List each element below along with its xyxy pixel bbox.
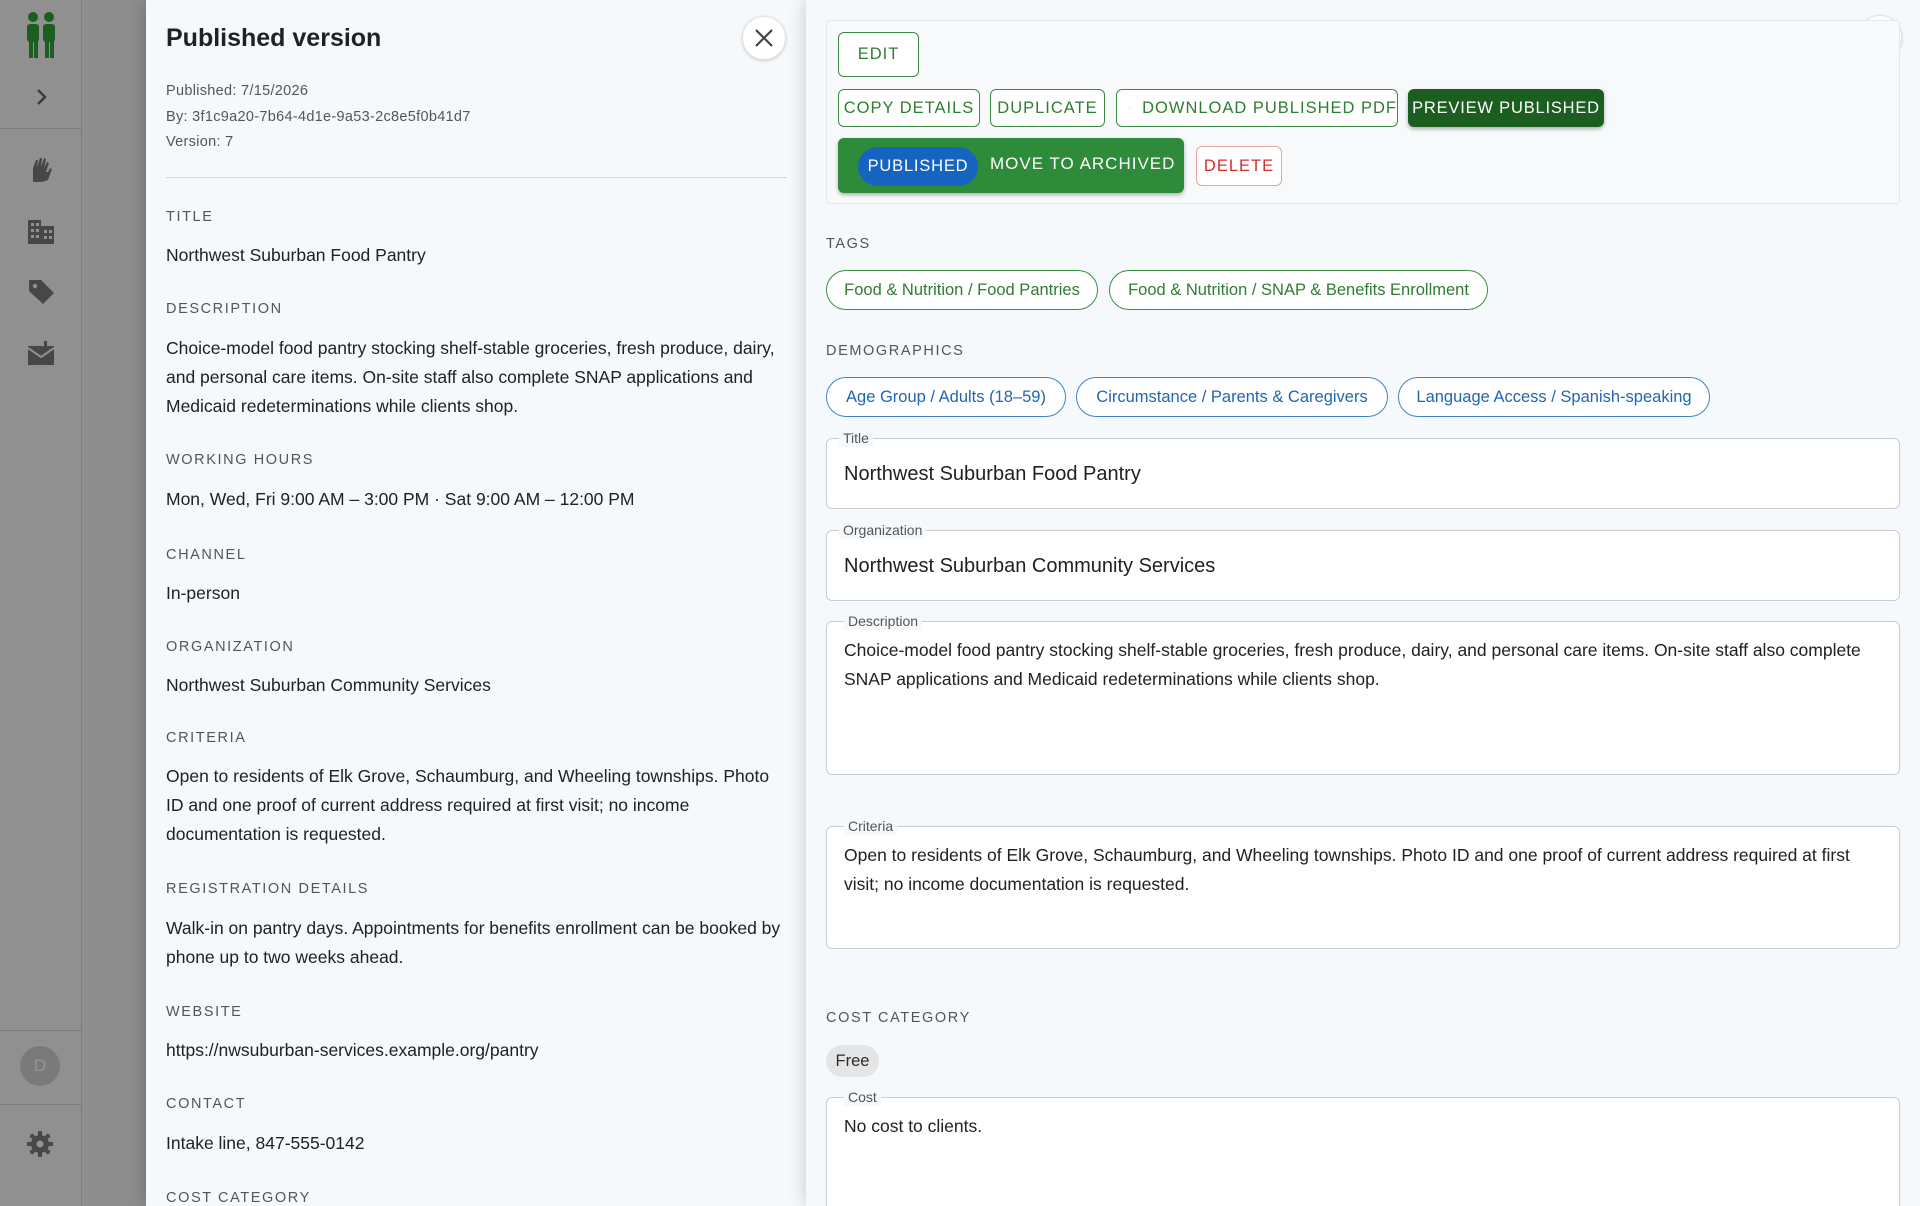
status-action-button[interactable]: PUBLISHED MOVE TO ARCHIVED [838,138,1184,193]
description-field[interactable]: Description Choice-model food pantry sto… [826,612,1900,775]
avatar[interactable]: D [20,1046,60,1086]
section-value: Mon, Wed, Fri 9:00 AM – 3:00 PM · Sat 9:… [166,489,635,509]
published-date: Published: 7/15/2026 [166,83,309,99]
organization-field-value: Northwest Suburban Community Services [844,555,1216,577]
move-to-archived-label: MOVE TO ARCHIVED [990,154,1176,173]
section-link[interactable]: https://nwsuburban-services.example.org/… [166,1036,790,1065]
tag-icon[interactable] [26,276,56,306]
mailbox-icon[interactable] [26,338,56,368]
criteria-field[interactable]: Criteria Open to residents of Elk Grove,… [826,817,1900,949]
download-pdf-label: DOWNLOAD PUBLISHED PDF [1142,98,1397,117]
section-label: COST CATEGORY [166,1190,311,1206]
section-label: WORKING HOURS [166,452,315,468]
section-label: DESCRIPTION [166,301,283,317]
preview-published-button[interactable]: PREVIEW PUBLISHED [1408,89,1604,127]
title-field-value: Northwest Suburban Food Pantry [844,463,1141,485]
tag-chip[interactable]: Food & Nutrition / SNAP & Benefits Enrol… [1109,270,1488,310]
section-value: Open to residents of Elk Grove, Schaumbu… [166,766,770,844]
demographic-chip[interactable]: Circumstance / Parents & Caregivers [1076,377,1388,417]
section-label: WEBSITE [166,1004,243,1020]
section-label: REGISTRATION DETAILS [166,881,370,897]
organization-field-label: Organization [839,521,927,539]
tag-chip[interactable]: Food & Nutrition / Food Pantries [826,270,1098,310]
demographics-label: DEMOGRAPHICS [826,343,965,359]
divider [166,177,787,178]
published-version-panel: Published version Published: 7/15/2026 B… [146,0,806,1206]
demographic-chip[interactable]: Language Access / Spanish-speaking [1398,377,1710,417]
pdf-icon: PDF [1129,107,1130,109]
gear-icon[interactable] [26,1130,54,1158]
delete-button[interactable]: DELETE [1196,146,1282,186]
section-value: Northwest Suburban Food Pantry [166,245,426,265]
close-published-button[interactable] [742,16,786,60]
edit-button[interactable]: EDIT [838,32,919,77]
demographic-chip[interactable]: Age Group / Adults (18–59) [826,377,1066,417]
description-field-label: Description [844,612,923,630]
download-published-pdf-button[interactable]: PDF DOWNLOAD PUBLISHED PDF [1116,89,1398,127]
section-label: CHANNEL [166,547,247,563]
building-icon[interactable] [26,216,56,246]
published-by: By: 3f1c9a20-7b64-4d1e-9a53-2c8e5f0b41d7 [166,109,471,125]
cost-category-label: COST CATEGORY [826,1010,971,1026]
hand-icon[interactable] [26,154,56,184]
close-icon [755,29,773,47]
title-field-label: Title [839,429,873,447]
section-label: TITLE [166,209,214,225]
section-value: Choice-model food pantry stocking shelf-… [166,338,775,416]
chevron-right-icon[interactable] [30,86,52,108]
title-field[interactable]: Title Northwest Suburban Food Pantry [826,429,1900,509]
duplicate-button[interactable]: DUPLICATE [990,89,1105,127]
section-value: Northwest Suburban Community Services [166,675,491,695]
description-field-value: Choice-model food pantry stocking shelf-… [844,640,1861,689]
copy-details-button[interactable]: COPY DETAILS [838,89,980,127]
organization-field[interactable]: Organization Northwest Suburban Communit… [826,521,1900,601]
criteria-field-value: Open to residents of Elk Grove, Schaumbu… [844,845,1850,894]
section-value: In-person [166,583,240,603]
status-badge: PUBLISHED [858,147,978,186]
cost-category-chip[interactable]: Free [826,1045,879,1077]
panel-title: Published version [166,24,382,52]
service-edit-panel: EDIT COPY DETAILS DUPLICATE PDF DOWNLOAD… [806,0,1920,1206]
cost-field-label: Cost [844,1088,881,1106]
section-label: CONTACT [166,1096,247,1112]
section-label: ORGANIZATION [166,639,295,655]
nav-rail: D [0,0,82,1206]
section-value: Intake line, 847-555-0142 [166,1133,365,1153]
cost-field[interactable]: Cost No cost to clients. [826,1088,1900,1206]
section-value: Walk-in on pantry days. Appointments for… [166,918,781,967]
cost-field-value: No cost to clients. [844,1116,983,1136]
tags-label: TAGS [826,236,871,252]
section-label: CRITERIA [166,730,247,746]
published-version-number: Version: 7 [166,134,234,150]
criteria-field-label: Criteria [844,817,898,835]
family-logo-icon[interactable] [22,10,60,60]
